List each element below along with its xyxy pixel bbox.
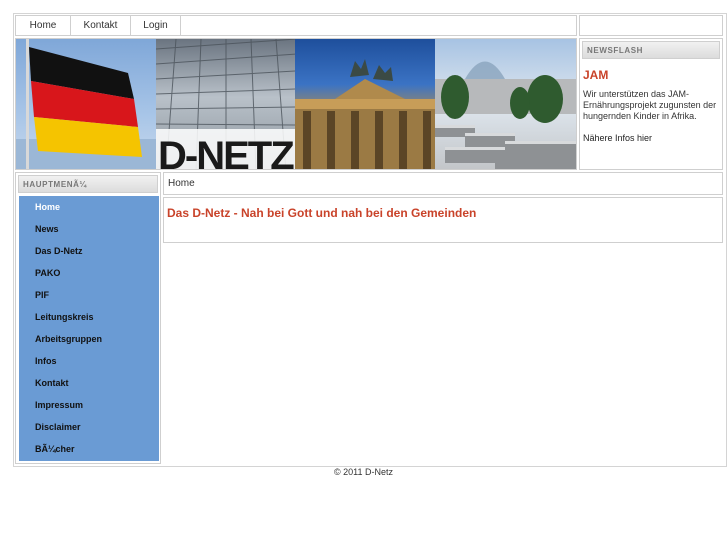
- german-flag-image: [16, 39, 156, 169]
- content-box: Das D-Netz - Nah bei Gott und nah bei de…: [163, 197, 723, 243]
- menu-item-pif[interactable]: PIF: [19, 284, 159, 306]
- menu-item-pako[interactable]: PAKO: [19, 262, 159, 284]
- brandenburg-gate-image: [295, 39, 435, 169]
- topnav-kontakt-link[interactable]: Kontakt: [71, 16, 131, 35]
- menu-item-das-d-netz[interactable]: Das D-Netz: [19, 240, 159, 262]
- copyright-text: © 2011 D-Netz: [334, 467, 393, 477]
- main-menu: Home News Das D-Netz PAKO PIF Leitungskr…: [19, 196, 159, 461]
- topnav-home-link[interactable]: Home: [16, 16, 71, 35]
- menu-item-kontakt[interactable]: Kontakt: [19, 372, 159, 394]
- newsflash-headline: JAM: [583, 68, 609, 82]
- logo-text: D-NETZ: [158, 134, 294, 169]
- menu-item-arbeitsgruppen[interactable]: Arbeitsgruppen: [19, 328, 159, 350]
- footer: © 2011 D-Netz: [0, 467, 727, 477]
- newsflash-more-link[interactable]: Nähere Infos hier: [583, 133, 722, 143]
- berlin-memorial-image: [434, 39, 576, 169]
- newsflash-box: NEWSFLASH JAM Wir unterstützen das JAM-E…: [579, 38, 723, 170]
- breadcrumb-current: Home: [168, 178, 195, 189]
- menu-item-impressum[interactable]: Impressum: [19, 394, 159, 416]
- top-right-box: [579, 15, 723, 36]
- menu-item-news[interactable]: News: [19, 218, 159, 240]
- newsflash-title: NEWSFLASH: [582, 41, 720, 59]
- menu-item-home[interactable]: Home: [19, 196, 159, 218]
- topnav-login-link[interactable]: Login: [131, 16, 181, 35]
- newsflash-text: Wir unterstützen das JAM-Ernährungsproje…: [583, 89, 717, 121]
- breadcrumb: Home: [163, 172, 723, 195]
- sidebar: HAUPTMENÃ¼ Home News Das D-Netz PAKO PIF…: [15, 172, 161, 464]
- reichstag-dome-image: D-NETZ: [155, 39, 295, 169]
- header-banner: D-NETZ: [15, 38, 577, 170]
- menu-item-buecher[interactable]: BÃ¼cher: [19, 438, 159, 460]
- menu-item-infos[interactable]: Infos: [19, 350, 159, 372]
- menu-item-leitungskreis[interactable]: Leitungskreis: [19, 306, 159, 328]
- main-menu-title: HAUPTMENÃ¼: [18, 175, 158, 193]
- main-area: [163, 245, 723, 464]
- top-navigation: Home Kontakt Login: [15, 15, 577, 36]
- menu-item-disclaimer[interactable]: Disclaimer: [19, 416, 159, 438]
- page-title: Das D-Netz - Nah bei Gott und nah bei de…: [167, 206, 477, 220]
